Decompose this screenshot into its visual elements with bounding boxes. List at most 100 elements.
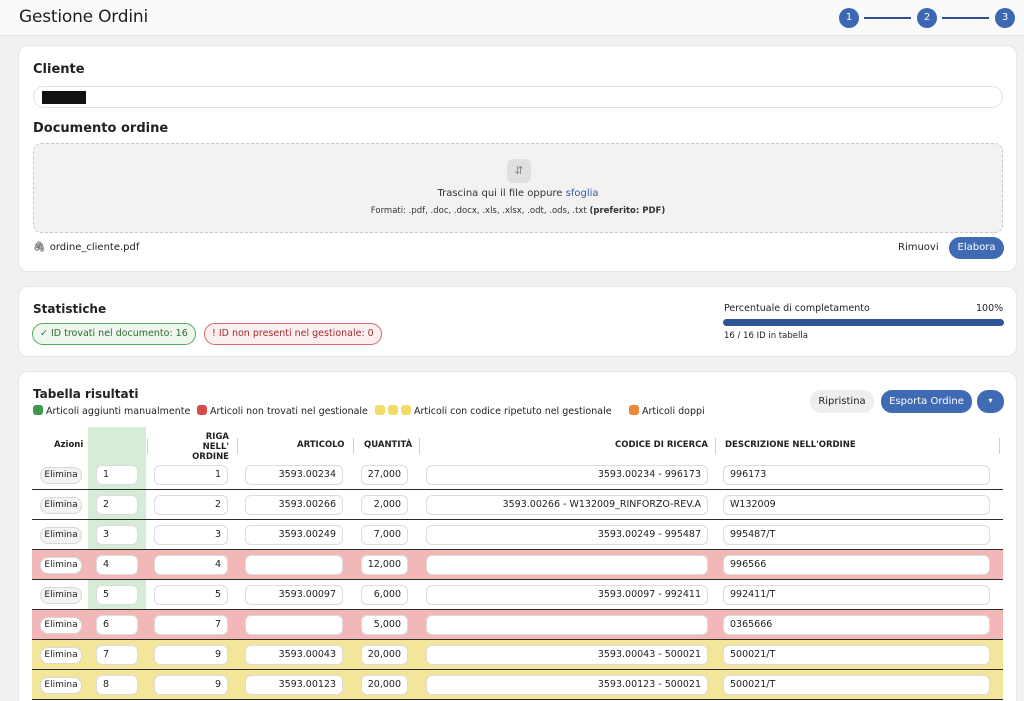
row-number-cell[interactable]: 1 xyxy=(96,465,138,485)
delete-row-button[interactable]: Elimina xyxy=(40,587,82,604)
delete-row-button[interactable]: Elimina xyxy=(40,497,82,514)
order-line-cell[interactable]: 9 xyxy=(154,675,228,695)
order-line-cell[interactable]: 2 xyxy=(154,495,228,515)
search-code-cell[interactable]: 3593.00123 - 500021 xyxy=(426,675,708,695)
article-cell[interactable]: 3593.00266 xyxy=(245,495,343,515)
search-code-cell[interactable]: 3593.00249 - 995487 xyxy=(426,525,708,545)
export-dropdown-button[interactable]: ▾ xyxy=(977,390,1004,413)
step-2-indicator[interactable]: 2 xyxy=(917,8,937,28)
col-codice: CODICE DI RICERCA xyxy=(615,440,708,450)
row-number-cell[interactable]: 8 xyxy=(96,675,138,695)
article-cell[interactable]: 3593.00043 xyxy=(245,645,343,665)
quantity-cell[interactable]: 5,000 xyxy=(361,615,408,635)
article-cell[interactable]: 3593.00123 xyxy=(245,675,343,695)
search-code-cell[interactable] xyxy=(426,615,708,635)
quantity-cell[interactable]: 12,000 xyxy=(361,555,408,575)
quantity-cell[interactable]: 2,000 xyxy=(361,495,408,515)
description-cell[interactable]: 996566 xyxy=(723,555,990,575)
article-cell[interactable] xyxy=(245,615,343,635)
row-number-cell[interactable]: 6 xyxy=(96,615,138,635)
browse-link[interactable]: sfoglia xyxy=(566,188,599,199)
search-code-cell[interactable]: 3593.00234 - 996173 xyxy=(426,465,708,485)
quantity-cell[interactable]: 27,000 xyxy=(361,465,408,485)
delete-row-button[interactable]: Elimina xyxy=(40,617,82,634)
table-row: Elimina 3 3 3593.00249 7,000 3593.00249 - 995… xyxy=(32,520,1003,550)
paperclip-icon: 🖇 xyxy=(33,242,46,253)
row-number-cell[interactable]: 5 xyxy=(96,585,138,605)
order-line-cell[interactable]: 1 xyxy=(154,465,228,485)
table-row: Elimina 7 9 3593.00043 20,000 3593.00043 - 50… xyxy=(32,640,1003,670)
description-cell[interactable]: 500021/T xyxy=(723,645,990,665)
description-cell[interactable]: 0365666 xyxy=(723,615,990,635)
column-divider xyxy=(353,438,354,454)
column-divider xyxy=(147,438,148,454)
orange-swatch xyxy=(629,405,639,415)
table-row: Elimina 8 9 3593.00123 20,000 3593.00123 - 50… xyxy=(32,670,1003,700)
article-cell[interactable]: 3593.00097 xyxy=(245,585,343,605)
process-button[interactable]: Elabora xyxy=(949,237,1004,259)
red-swatch xyxy=(197,405,207,415)
chevron-down-icon: ▾ xyxy=(988,396,993,405)
col-quantita: QUANTITÀ xyxy=(364,440,413,450)
quantity-cell[interactable]: 20,000 xyxy=(361,645,408,665)
row-number-cell[interactable]: 2 xyxy=(96,495,138,515)
preferred-format: (preferito: PDF) xyxy=(589,206,666,216)
step-3-indicator[interactable]: 3 xyxy=(995,8,1015,28)
file-dropzone[interactable]: ⇵ Trascina qui il file oppure sfoglia Fo… xyxy=(33,143,1003,233)
delete-row-button[interactable]: Elimina xyxy=(40,557,82,574)
progress-label: Percentuale di completamento xyxy=(724,303,870,314)
column-divider xyxy=(715,438,716,454)
remove-file-button[interactable]: Rimuovi xyxy=(898,242,939,253)
search-code-cell[interactable]: 3593.00266 - W132009_RINFORZO-REV.A xyxy=(426,495,708,515)
article-cell[interactable]: 3593.00249 xyxy=(245,525,343,545)
description-cell[interactable]: 500021/T xyxy=(723,675,990,695)
delete-row-button[interactable]: Elimina xyxy=(40,677,82,694)
export-order-button[interactable]: Esporta Ordine xyxy=(881,390,972,413)
description-cell[interactable]: 992411/T xyxy=(723,585,990,605)
delete-row-button[interactable]: Elimina xyxy=(40,647,82,664)
dropzone-text: Trascina qui il file oppure xyxy=(437,188,566,199)
article-cell[interactable]: 3593.00234 xyxy=(245,465,343,485)
n-column-highlight xyxy=(88,427,146,460)
reset-button[interactable]: Ripristina xyxy=(810,390,874,413)
legend-not-found-label: Articoli non trovati nel gestionale xyxy=(210,406,368,417)
order-line-cell[interactable]: 5 xyxy=(154,585,228,605)
quantity-cell[interactable]: 7,000 xyxy=(361,525,408,545)
cliente-field[interactable] xyxy=(33,86,1003,108)
article-cell[interactable] xyxy=(245,555,343,575)
yellow-swatch xyxy=(375,405,385,415)
search-code-cell[interactable] xyxy=(426,555,708,575)
row-number-cell[interactable]: 3 xyxy=(96,525,138,545)
description-cell[interactable]: 996173 xyxy=(723,465,990,485)
row-number-cell[interactable]: 4 xyxy=(96,555,138,575)
description-cell[interactable]: 995487/T xyxy=(723,525,990,545)
search-code-cell[interactable]: 3593.00097 - 992411 xyxy=(426,585,708,605)
row-number-cell[interactable]: 7 xyxy=(96,645,138,665)
selected-file: 🖇 ordine_cliente.pdf xyxy=(33,242,139,253)
order-line-cell[interactable]: 7 xyxy=(154,615,228,635)
description-cell[interactable]: W132009 xyxy=(723,495,990,515)
search-code-cell[interactable]: 3593.00043 - 500021 xyxy=(426,645,708,665)
order-input-card: Cliente Documento ordine ⇵ Trascina qui … xyxy=(18,45,1017,272)
quantity-cell[interactable]: 6,000 xyxy=(361,585,408,605)
table-row: Elimina 6 7 5,000 0365666 xyxy=(32,610,1003,640)
step-1-indicator[interactable]: 1 xyxy=(839,8,859,28)
quantity-cell[interactable]: 20,000 xyxy=(361,675,408,695)
legend-manual: Articoli aggiunti manualmente xyxy=(33,405,190,417)
file-name: ordine_cliente.pdf xyxy=(49,242,140,253)
formats-list: Formati: .pdf, .doc, .docx, .xls, .xlsx,… xyxy=(370,206,590,216)
delete-row-button[interactable]: Elimina xyxy=(40,527,82,544)
top-bar: Gestione Ordini 1 2 3 xyxy=(0,0,1024,36)
progress-percent: 100% xyxy=(976,303,1004,314)
delete-row-button[interactable]: Elimina xyxy=(40,467,82,484)
order-line-cell[interactable]: 3 xyxy=(154,525,228,545)
legend-not-found: Articoli non trovati nel gestionale xyxy=(197,405,368,417)
cliente-label: Cliente xyxy=(33,62,85,77)
order-line-cell[interactable]: 9 xyxy=(154,645,228,665)
progress-bar xyxy=(723,319,1004,326)
step-connector xyxy=(864,17,911,19)
order-line-cell[interactable]: 4 xyxy=(154,555,228,575)
green-swatch xyxy=(33,405,43,415)
legend-manual-label: Articoli aggiunti manualmente xyxy=(46,406,191,417)
legend-repeated: Articoli con codice ripetuto nel gestion… xyxy=(375,405,612,417)
